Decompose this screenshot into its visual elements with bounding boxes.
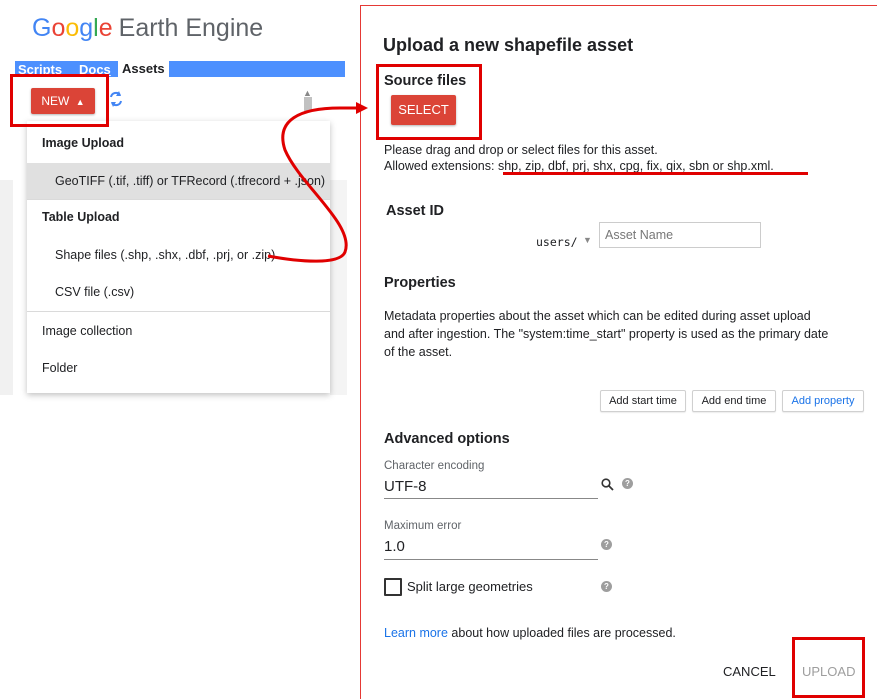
annotation-arrow	[267, 102, 368, 263]
